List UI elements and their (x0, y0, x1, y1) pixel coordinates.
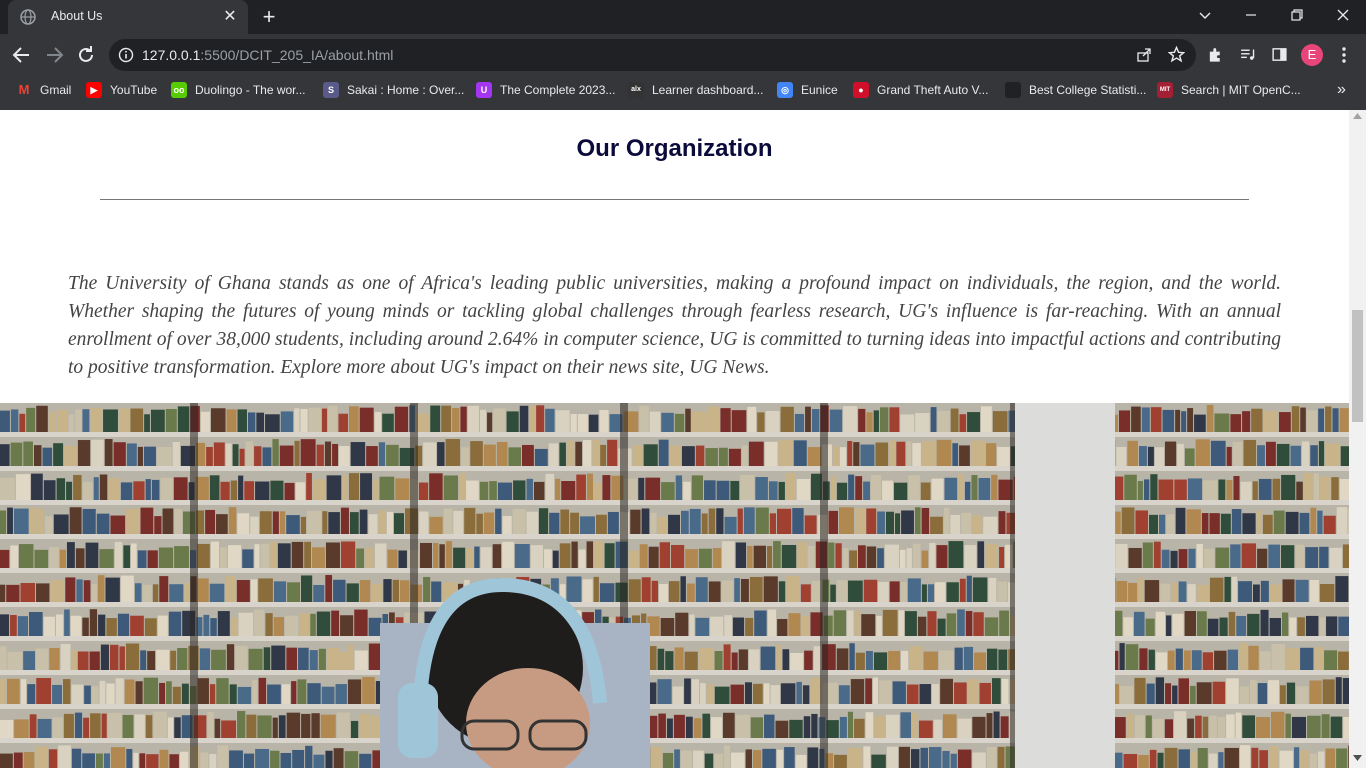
page-content: Our Organization The University of Ghana… (0, 110, 1349, 768)
minimize-icon (1246, 14, 1256, 16)
bookmark-item[interactable]: U The Complete 2023... (476, 82, 615, 98)
bookmark-item[interactable]: ◎ Eunice (777, 82, 838, 98)
scrollbar-thumb[interactable] (1352, 310, 1363, 422)
bookmark-label: The Complete 2023... (500, 83, 616, 97)
bookmark-item[interactable]: M Gmail (16, 82, 72, 98)
back-arrow-icon[interactable] (10, 43, 34, 67)
bookmark-label: Sakai : Home : Over... (347, 83, 465, 97)
tab-strip: About Us ✕ + (0, 0, 1366, 34)
divider (100, 199, 1249, 200)
bookmark-label: Learner dashboard... (652, 83, 764, 97)
new-tab-button[interactable]: + (258, 6, 280, 28)
more-bookmarks-button[interactable]: » (1337, 81, 1346, 98)
library-photo (0, 403, 1349, 768)
url-text[interactable]: 127.0.0.1:5500/DCIT_205_IA/about.html (142, 47, 393, 63)
profile-avatar[interactable]: E (1301, 44, 1323, 66)
scroll-up-icon[interactable] (1353, 113, 1362, 119)
gta-icon: ● (853, 82, 869, 98)
forward-arrow-icon[interactable] (42, 43, 66, 67)
info-icon[interactable] (118, 47, 134, 63)
sakai-icon: S (323, 82, 339, 98)
bookmark-label: YouTube (110, 83, 158, 97)
more-menu-icon[interactable] (1336, 46, 1352, 64)
page-heading: Our Organization (576, 135, 773, 162)
browser-tab[interactable]: About Us ✕ (8, 0, 248, 34)
scrollbar[interactable] (1349, 110, 1366, 768)
bookmark-item[interactable]: ● Grand Theft Auto V... (853, 82, 988, 98)
bookmark-star-icon[interactable] (1168, 46, 1185, 63)
globe-icon (1005, 82, 1021, 98)
close-tab-icon[interactable]: ✕ (221, 8, 239, 26)
restore-icon (1291, 9, 1303, 21)
chevron-down-icon (1199, 12, 1211, 19)
bookmark-label: Eunice (801, 83, 838, 97)
bookmark-label: Duolingo - The wor... (195, 83, 306, 97)
bookmark-item[interactable]: oo Duolingo - The wor... (171, 82, 306, 98)
reload-icon[interactable] (74, 43, 98, 67)
url-path: :5500/DCIT_205_IA/about.html (200, 47, 394, 63)
tab-search-button[interactable] (1182, 0, 1228, 32)
bookmark-item[interactable]: ▶ YouTube (86, 82, 157, 98)
bookmark-item[interactable]: MIT Search | MIT OpenC... (1157, 82, 1301, 98)
close-window-button[interactable] (1320, 0, 1366, 32)
scroll-down-icon[interactable] (1353, 755, 1362, 761)
duolingo-icon: oo (171, 82, 187, 98)
bookshelves-image (0, 403, 1349, 768)
gmail-icon: M (18, 82, 30, 97)
extensions-icon[interactable] (1207, 46, 1224, 63)
intro-paragraph: The University of Ghana stands as one of… (68, 273, 1281, 378)
bookmark-label: Best College Statisti... (1029, 83, 1147, 97)
minimize-button[interactable] (1228, 0, 1274, 32)
bookmark-item[interactable]: alx Learner dashboard... (628, 82, 763, 98)
youtube-icon: ▶ (86, 82, 102, 98)
bookmark-item[interactable]: S Sakai : Home : Over... (323, 82, 464, 98)
close-icon (1337, 9, 1349, 21)
swirl-icon: ◎ (777, 82, 793, 98)
mit-icon: MIT (1157, 82, 1173, 98)
restore-button[interactable] (1274, 0, 1320, 32)
url-host: 127.0.0.1 (142, 47, 201, 63)
media-icon[interactable] (1239, 46, 1256, 63)
bookmark-label: Search | MIT OpenC... (1181, 83, 1301, 97)
tab-title: About Us (51, 9, 103, 23)
share-icon[interactable] (1136, 47, 1152, 63)
udemy-icon: U (476, 82, 492, 98)
bookmark-label: Gmail (40, 83, 72, 97)
side-panel-icon[interactable] (1271, 46, 1288, 63)
alx-icon: alx (628, 82, 644, 98)
bookmark-item[interactable]: Best College Statisti... (1005, 82, 1146, 98)
bookmark-label: Grand Theft Auto V... (877, 83, 989, 97)
globe-icon (20, 9, 36, 25)
